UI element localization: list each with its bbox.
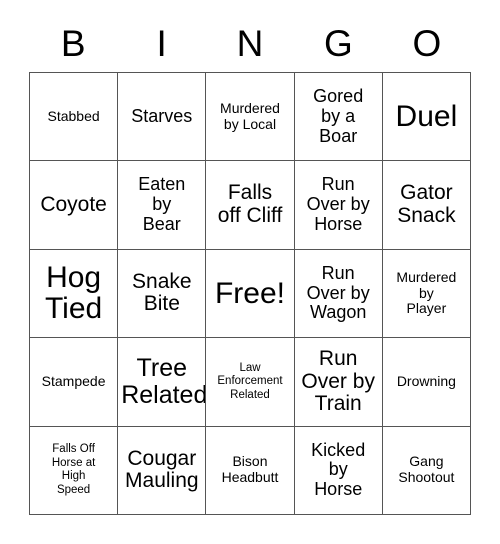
bingo-cell[interactable]: Cougar Mauling (118, 426, 207, 515)
bingo-cell-label: Run Over by Horse (306, 174, 370, 234)
bingo-cell-label: Stampede (41, 372, 106, 389)
bingo-cell[interactable]: Falls Off Horse at High Speed (30, 426, 119, 515)
bingo-cell-label: Kicked by Horse (311, 439, 366, 500)
bingo-cell[interactable]: Gator Snack (382, 161, 471, 250)
bingo-cell[interactable]: Falls off Cliff (206, 161, 295, 250)
bingo-cell[interactable]: Run Over by Wagon (294, 249, 383, 339)
bingo-cell[interactable]: Kicked by Horse (294, 426, 383, 515)
bingo-cell[interactable]: Run Over by Horse (294, 161, 383, 250)
bingo-cell-label: Murdered by Local (220, 99, 280, 132)
bingo-cell[interactable]: Hog Tied (30, 249, 119, 339)
bingo-header-letter-o: O (412, 22, 442, 64)
bingo-cell-label: Duel (395, 100, 458, 134)
bingo-cell-label: Murdered by Player (396, 268, 457, 317)
bingo-cell-label: Eaten by Bear (138, 174, 186, 234)
bingo-cell-label: Gator Snack (397, 181, 456, 228)
bingo-cell-label: Drowning (396, 372, 456, 389)
bingo-header-letter-n: N (236, 22, 264, 64)
bingo-cell-label: Snake Bite (132, 269, 192, 316)
bingo-card: B I N G O Stabbed Starves Murdered by Lo… (0, 0, 500, 544)
bingo-cell[interactable]: Duel (382, 73, 471, 162)
bingo-cell-label: Hog Tied (44, 261, 103, 326)
bingo-cell[interactable]: Drowning (382, 338, 471, 427)
bingo-cell[interactable]: Murdered by Local (206, 73, 295, 162)
bingo-cell-label: Stabbed (47, 107, 100, 124)
bingo-cell-label: Gored by a Boar (313, 86, 364, 146)
bingo-cell[interactable]: Law Enforcement Related (206, 338, 295, 427)
bingo-cell-label: Tree Related (121, 354, 207, 409)
bingo-header-letter-g: G (324, 22, 353, 64)
bingo-cell-label: Falls off Cliff (217, 181, 283, 228)
bingo-cell-label: Free! (214, 276, 285, 310)
bingo-cell[interactable]: Eaten by Bear (118, 161, 207, 250)
bingo-cell-label: Falls Off Horse at High Speed (51, 443, 96, 496)
bingo-cell-label: Run Over by Wagon (306, 262, 370, 323)
bingo-cell[interactable]: Tree Related (118, 338, 207, 427)
bingo-cell[interactable]: Gored by a Boar (294, 73, 383, 162)
bingo-cell[interactable]: Murdered by Player (382, 249, 471, 339)
bingo-cell[interactable]: Stampede (30, 338, 119, 427)
bingo-header-row: B I N G O (29, 14, 471, 72)
bingo-cell[interactable]: Run Over by Train (294, 338, 383, 427)
bingo-cell-label: Bison Headbutt (221, 453, 279, 486)
bingo-cell[interactable]: Gang Shootout (382, 426, 471, 515)
bingo-grid: Stabbed Starves Murdered by Local Gored … (29, 72, 471, 515)
bingo-header-letter-b: B (60, 22, 86, 64)
bingo-header-letter-i: I (156, 22, 167, 64)
bingo-cell-label: Gang Shootout (398, 453, 455, 486)
bingo-cell-label: Cougar Mauling (125, 446, 199, 493)
bingo-cell[interactable]: Bison Headbutt (206, 426, 295, 515)
bingo-cell[interactable]: Stabbed (30, 73, 119, 162)
bingo-cell-label: Coyote (40, 192, 107, 216)
bingo-cell[interactable]: Coyote (30, 161, 119, 250)
bingo-cell-label: Run Over by Train (301, 346, 375, 416)
bingo-cell[interactable]: Starves (118, 73, 207, 162)
bingo-cell-label: Starves (131, 105, 193, 126)
bingo-cell-label: Law Enforcement Related (217, 361, 283, 401)
bingo-cell[interactable]: Snake Bite (118, 249, 207, 339)
bingo-cell-free-space[interactable]: Free! (206, 249, 295, 339)
